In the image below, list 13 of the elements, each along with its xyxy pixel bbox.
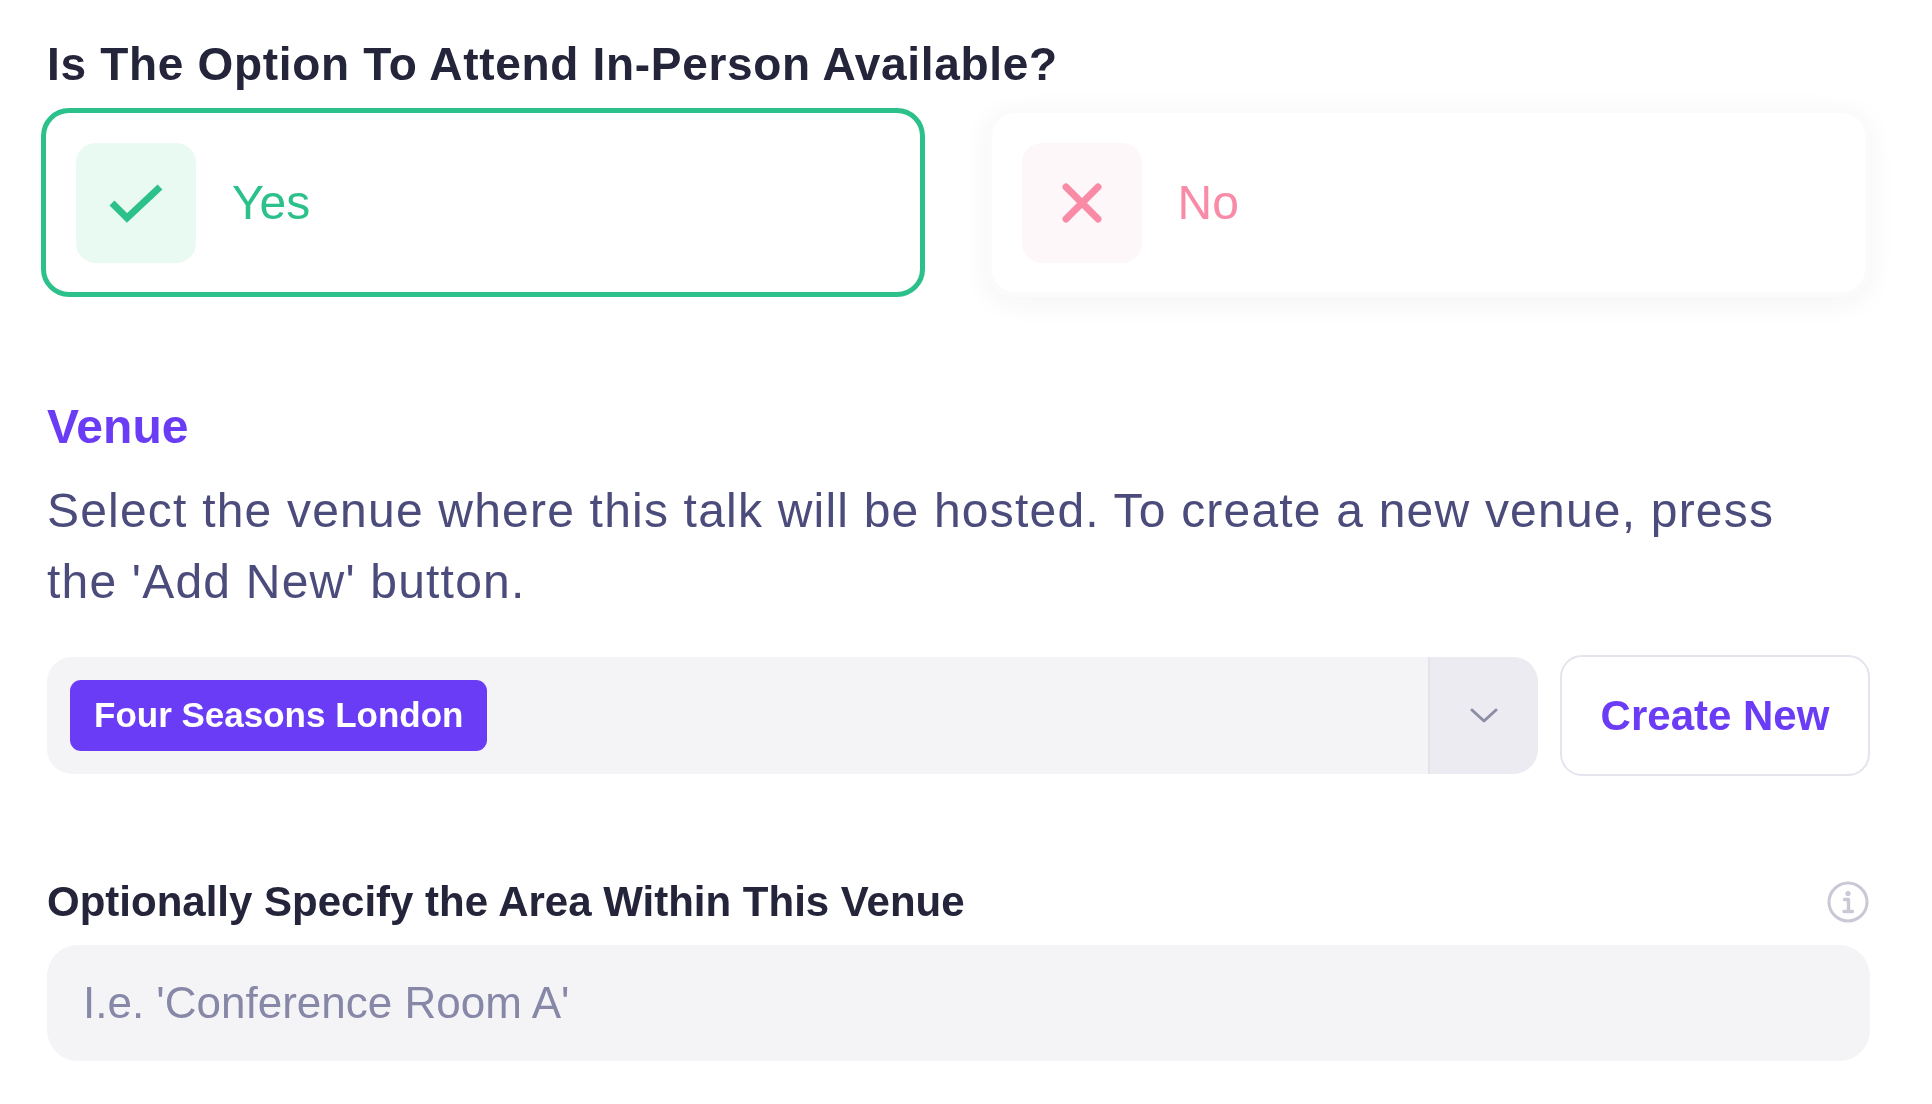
question-label: Is The Option To Attend In-Person Available?	[47, 37, 1058, 92]
venue-tag: Four Seasons London	[70, 680, 488, 751]
dropdown-toggle[interactable]	[1428, 657, 1538, 774]
venue-title: Venue	[47, 399, 189, 455]
check-icon	[76, 142, 196, 263]
venue-description: Select the venue where this talk will be hosted. To create a new venue, press the 'Add New' button.	[47, 483, 1776, 610]
x-icon	[1021, 142, 1142, 263]
create-new-button[interactable]: Create New	[1560, 655, 1870, 776]
area-input[interactable]: I.e. 'Conference Room A'	[47, 945, 1870, 1061]
chevron-down-icon	[1470, 707, 1498, 724]
venue-select[interactable]: Four Seasons London	[47, 657, 1538, 774]
area-label: Optionally Specify the Area Within This Venue	[47, 878, 965, 926]
info-icon	[1827, 881, 1869, 923]
